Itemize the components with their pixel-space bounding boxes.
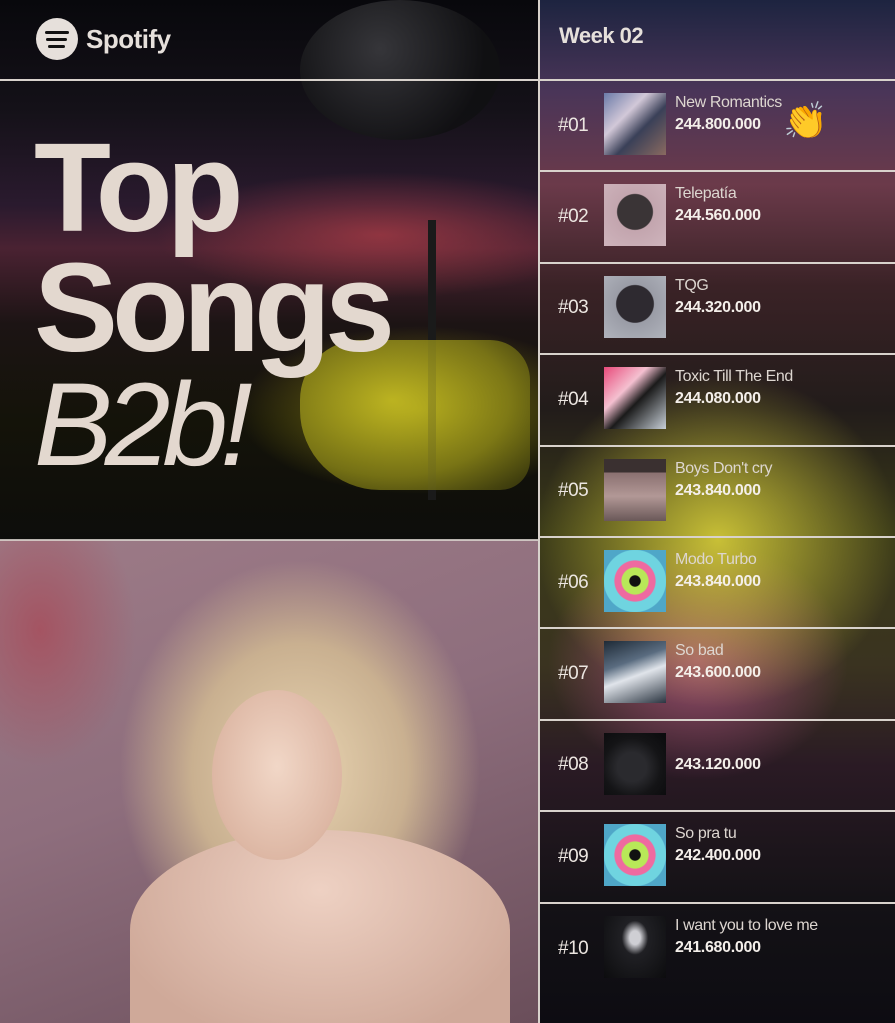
title-line-3: B2b! (34, 359, 253, 492)
stream-count: 243.600.000 (675, 664, 761, 682)
stream-count: 241.680.000 (675, 938, 761, 956)
artist-photo (0, 540, 538, 1023)
balloon-graphic (300, 0, 500, 140)
rank-label: #08 (558, 754, 589, 776)
album-cover (604, 458, 666, 521)
list-item: #09 So pra tu 242.400.000 (540, 812, 895, 904)
list-item: #04 Toxic Till The End 244.080.000 (540, 355, 895, 447)
stream-count: 243.840.000 (675, 481, 761, 499)
album-cover (604, 367, 666, 430)
list-item: #01 New Romantics 244.800.000 👏 (540, 81, 895, 173)
page-title: Top Songs B2b! (34, 117, 395, 492)
stream-count: 244.320.000 (675, 298, 761, 316)
list-item: #07 So bad 243.600.000 (540, 629, 895, 721)
song-title: Modo Turbo (675, 550, 757, 568)
album-cover (604, 549, 666, 612)
spotify-logo-icon (36, 18, 78, 60)
rank-label: #07 (558, 663, 589, 685)
rank-label: #01 (558, 114, 589, 136)
stream-count: 243.120.000 (675, 755, 761, 773)
rank-label: #03 (558, 297, 589, 319)
rank-label: #09 (558, 845, 589, 867)
title-line-2: Songs (34, 236, 395, 378)
song-title: Boys Don't cry (675, 459, 773, 477)
stream-count: 243.840.000 (675, 572, 761, 590)
rank-label: #06 (558, 571, 589, 593)
left-panel-divider (0, 539, 538, 541)
artist-shoulders (130, 830, 510, 1023)
title-line-1: Top (34, 117, 244, 258)
list-item: #08 243.120.000 (540, 721, 895, 813)
list-item: #05 Boys Don't cry 243.840.000 (540, 447, 895, 538)
list-item: #02 Telepatía 244.560.000 (540, 172, 895, 264)
artist-face (212, 690, 342, 860)
album-cover (604, 93, 666, 155)
album-cover (604, 824, 666, 887)
top-songs-list: #01 New Romantics 244.800.000 👏 #02 Tele… (540, 81, 895, 995)
stream-count: 244.800.000 (675, 116, 761, 133)
song-title: I want you to love me (675, 916, 818, 934)
week-label: Week 02 (559, 23, 644, 48)
album-cover (604, 184, 666, 247)
rank-label: #10 (558, 938, 589, 960)
album-cover (604, 641, 666, 704)
album-cover (604, 915, 666, 978)
brand-name: Spotify (86, 23, 171, 54)
album-cover (604, 275, 666, 338)
song-title: So bad (675, 642, 724, 660)
stream-count: 244.560.000 (675, 207, 761, 225)
song-title: Toxic Till The End (675, 368, 793, 386)
list-item: #03 TQG 244.320.000 (540, 264, 895, 356)
list-item: #06 Modo Turbo 243.840.000 (540, 538, 895, 630)
spotify-brand: Spotify (36, 18, 171, 60)
rank-label: #02 (558, 206, 589, 228)
rank-label: #05 (558, 480, 589, 502)
song-title: So pra tu (675, 825, 737, 843)
stream-count: 244.080.000 (675, 390, 761, 408)
list-item: #10 I want you to love me 241.680.000 (540, 904, 895, 995)
clapping-hands-icon: 👏 (783, 100, 828, 141)
song-title: TQG (675, 276, 709, 294)
rank-label: #04 (558, 388, 589, 410)
stream-count: 242.400.000 (675, 847, 761, 865)
song-title: New Romantics (675, 94, 782, 111)
album-cover (604, 732, 666, 795)
song-title: Telepatía (675, 185, 737, 203)
